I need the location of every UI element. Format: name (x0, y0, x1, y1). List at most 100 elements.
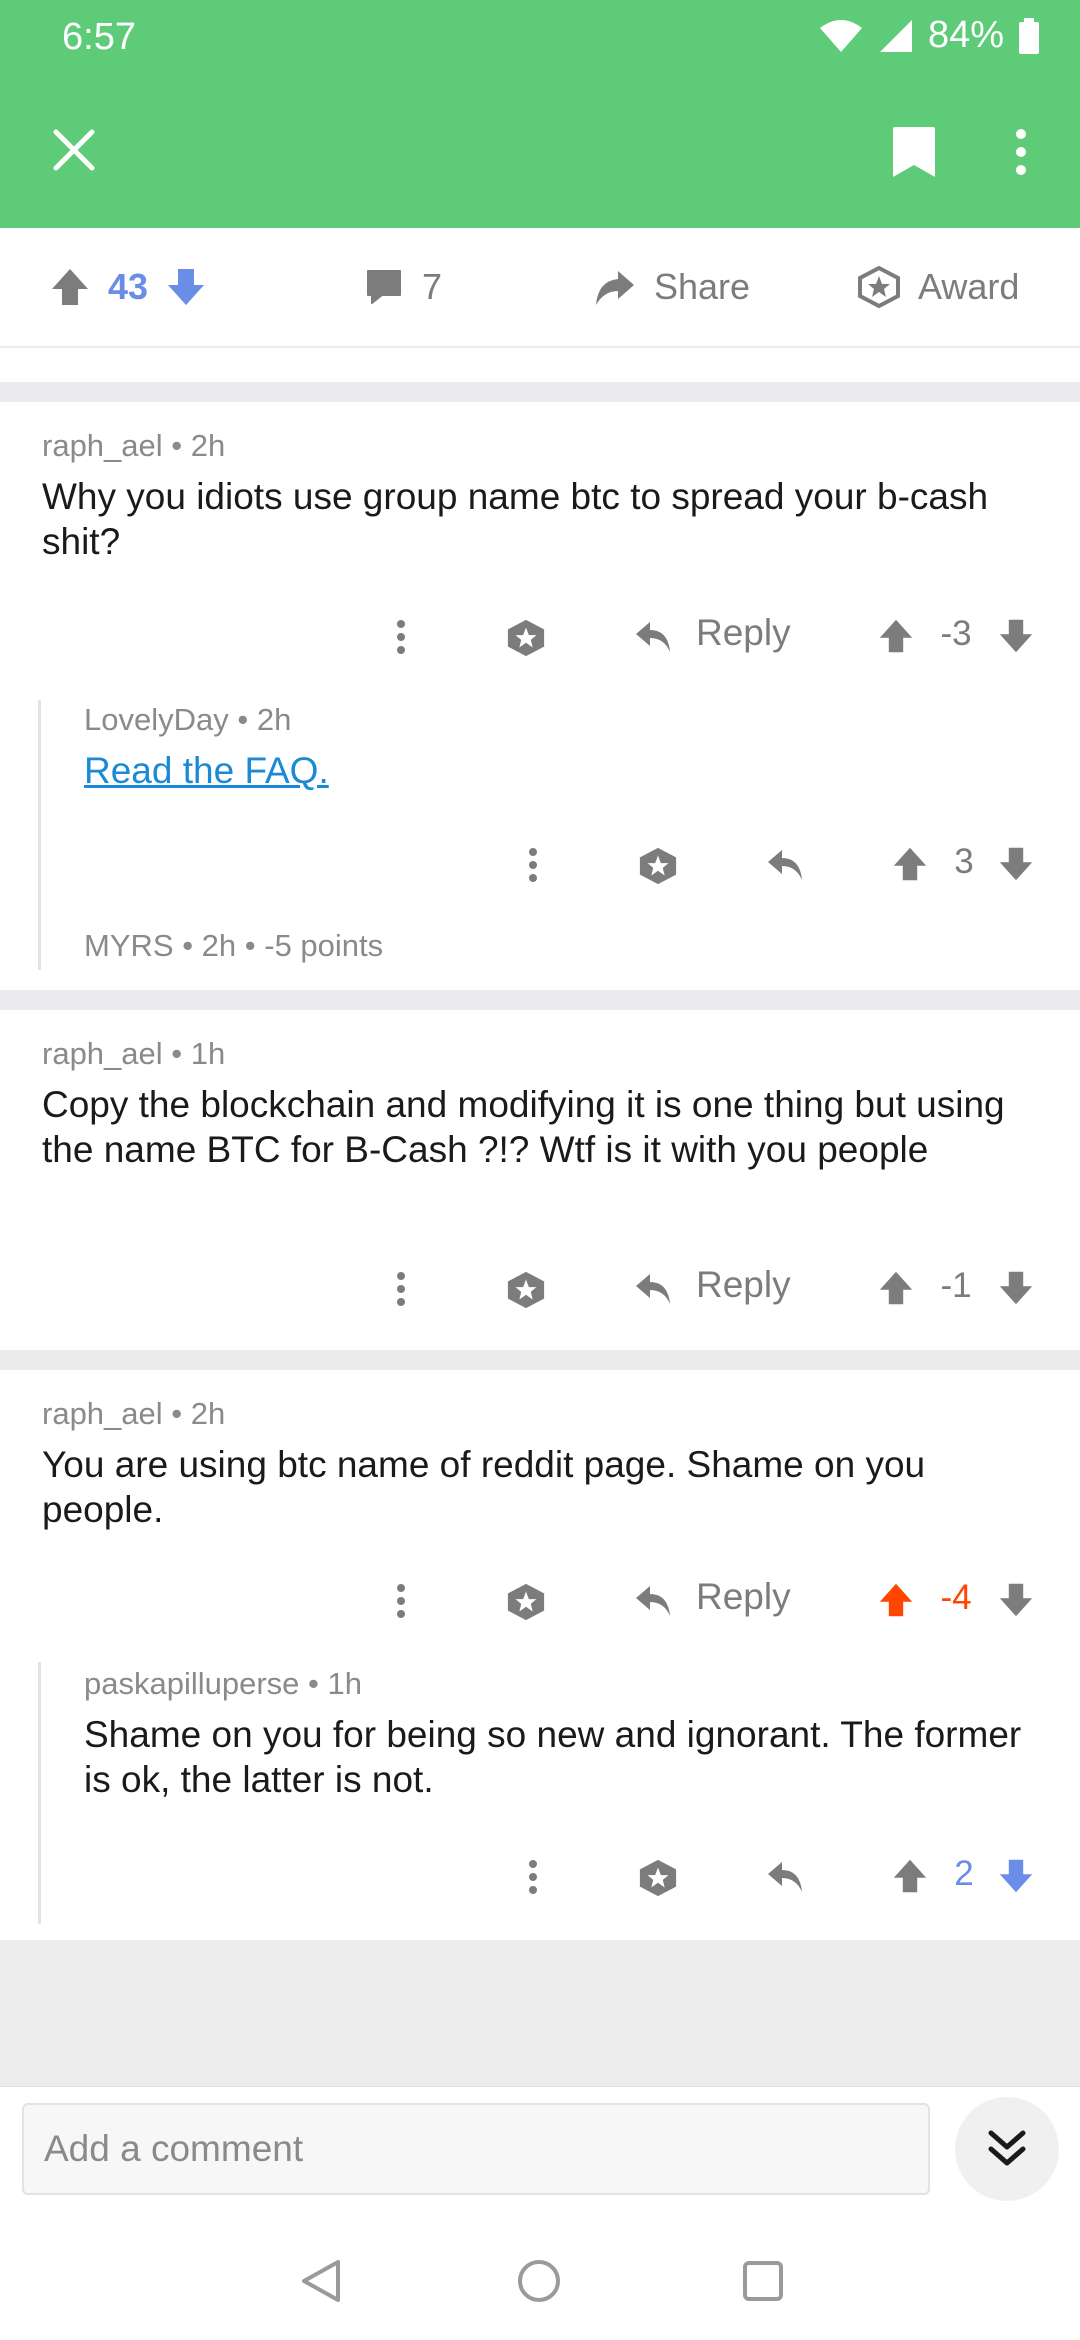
award-icon[interactable] (504, 616, 548, 660)
more-options-icon[interactable] (516, 842, 550, 888)
comment-meta: raph_ael • 1h (42, 1036, 226, 1071)
comment-age: 2h (201, 928, 237, 963)
app-header: 6:57 84% (0, 0, 1080, 228)
downvote-icon[interactable] (996, 844, 1036, 884)
more-options-icon[interactable] (384, 1266, 418, 1312)
comment-age: 2h (190, 1396, 226, 1431)
award-icon[interactable] (636, 844, 680, 888)
upvote-icon[interactable] (876, 616, 916, 656)
upvote-icon[interactable] (876, 1580, 916, 1620)
comment-author[interactable]: LovelyDay (84, 702, 229, 737)
status-time: 6:57 (62, 16, 136, 58)
comment-actions: 3 (0, 830, 1080, 900)
reply-button[interactable]: Reply (696, 612, 791, 654)
post-vote: 43 (50, 228, 206, 346)
comment: raph_ael • 1h Copy the blockchain and mo… (0, 1010, 1080, 1350)
comment-icon (367, 270, 401, 304)
upvote-icon[interactable] (890, 1856, 930, 1896)
comment-score: -4 (940, 1578, 972, 1617)
award-icon (858, 266, 900, 308)
comment: raph_ael • 2h You are using btc name of … (0, 1370, 1080, 1940)
comment-score: -3 (940, 614, 972, 653)
award-label: Award (918, 266, 1020, 307)
comment-meta: raph_ael • 2h (42, 1396, 226, 1431)
share-button[interactable]: Share (594, 228, 750, 346)
comment-age: 1h (190, 1036, 226, 1071)
battery-icon (1019, 17, 1039, 54)
downvote-icon[interactable] (996, 1856, 1036, 1896)
recents-icon[interactable] (738, 2256, 788, 2306)
reply-button[interactable]: Reply (696, 1576, 791, 1618)
comment-score: -1 (940, 1266, 972, 1305)
comment-points: -5 points (264, 928, 384, 963)
more-options-icon[interactable] (384, 1578, 418, 1624)
reply-icon[interactable] (764, 1856, 808, 1900)
share-icon (596, 271, 634, 305)
comment-body: You are using btc name of reddit page. S… (42, 1444, 926, 1530)
comment-actions: Reply -4 (0, 1566, 1080, 1636)
award-icon[interactable] (636, 1856, 680, 1900)
reply-button[interactable]: Reply (696, 1264, 791, 1306)
divider (0, 1350, 1080, 1370)
comment-body: Why you idiots use group name btc to spr… (42, 476, 989, 562)
comment-age: 2h (190, 428, 226, 463)
status-icons: 84% (818, 14, 1040, 57)
comment-body: Shame on you for being so new and ignora… (84, 1714, 1022, 1800)
signal-icon (879, 19, 912, 52)
comment-score: 2 (954, 1854, 974, 1893)
divider (0, 382, 1080, 402)
reply-icon[interactable] (632, 1580, 676, 1624)
comment-score: 3 (954, 842, 974, 881)
comment-actions: 2 (0, 1842, 1080, 1912)
comment-age: 2h (256, 702, 292, 737)
downvote-icon[interactable] (996, 1580, 1036, 1620)
faq-link[interactable]: Read the FAQ. (84, 748, 329, 793)
post-score: 43 (108, 266, 149, 307)
award-icon[interactable] (504, 1580, 548, 1624)
award-button[interactable]: Award (858, 228, 1019, 346)
battery-level: 84% (927, 14, 1004, 56)
comment-meta: raph_ael • 2h (42, 428, 226, 463)
comment-age: 1h (327, 1666, 362, 1701)
reply-icon[interactable] (764, 844, 808, 888)
double-chevron-down-icon (988, 2130, 1026, 2166)
list-end-spacer (0, 1940, 1080, 2086)
bookmark-icon[interactable] (884, 122, 944, 182)
comment-author[interactable]: raph_ael (42, 428, 163, 463)
back-icon[interactable] (296, 2256, 346, 2306)
comment-actions: Reply -3 (0, 602, 1080, 672)
comment-composer: Add a comment (0, 2086, 1080, 2225)
upvote-icon[interactable] (50, 267, 90, 307)
upvote-icon[interactable] (890, 844, 930, 884)
more-options-icon[interactable] (516, 1854, 550, 1900)
comments-button[interactable]: 7 (364, 228, 442, 346)
system-nav-bar (0, 2224, 1080, 2340)
comment-author[interactable]: paskapilluperse (84, 1666, 299, 1701)
collapsed-comment[interactable]: MYRS • 2h • -5 points (84, 928, 383, 964)
comment-author[interactable]: raph_ael (42, 1396, 163, 1431)
award-icon[interactable] (504, 1268, 548, 1312)
comment-meta: LovelyDay • 2h (84, 702, 292, 737)
comment-count: 7 (422, 266, 443, 307)
comment-actions: Reply -1 (0, 1254, 1080, 1324)
share-label: Share (654, 266, 751, 307)
comment: raph_ael • 2h Why you idiots use group n… (0, 402, 1080, 990)
upvote-icon[interactable] (876, 1268, 916, 1308)
reply-icon[interactable] (632, 616, 676, 660)
comment-body: Copy the blockchain and modifying it is … (42, 1084, 1005, 1170)
more-vert-icon[interactable] (996, 122, 1046, 182)
downvote-icon[interactable] (996, 1268, 1036, 1308)
close-icon[interactable] (44, 120, 104, 180)
comment-author: MYRS (84, 928, 174, 963)
home-icon[interactable] (514, 2256, 564, 2306)
downvote-icon[interactable] (166, 267, 206, 307)
comment-meta: paskapilluperse • 1h (84, 1666, 362, 1701)
reply-icon[interactable] (632, 1268, 676, 1312)
next-comment-button[interactable] (955, 2097, 1059, 2201)
comment-author[interactable]: raph_ael (42, 1036, 163, 1071)
downvote-icon[interactable] (996, 616, 1036, 656)
wifi-icon (819, 19, 862, 52)
post-action-bar: 43 7 Share Award (0, 228, 1080, 348)
add-comment-input[interactable]: Add a comment (22, 2103, 930, 2195)
more-options-icon[interactable] (384, 614, 418, 660)
